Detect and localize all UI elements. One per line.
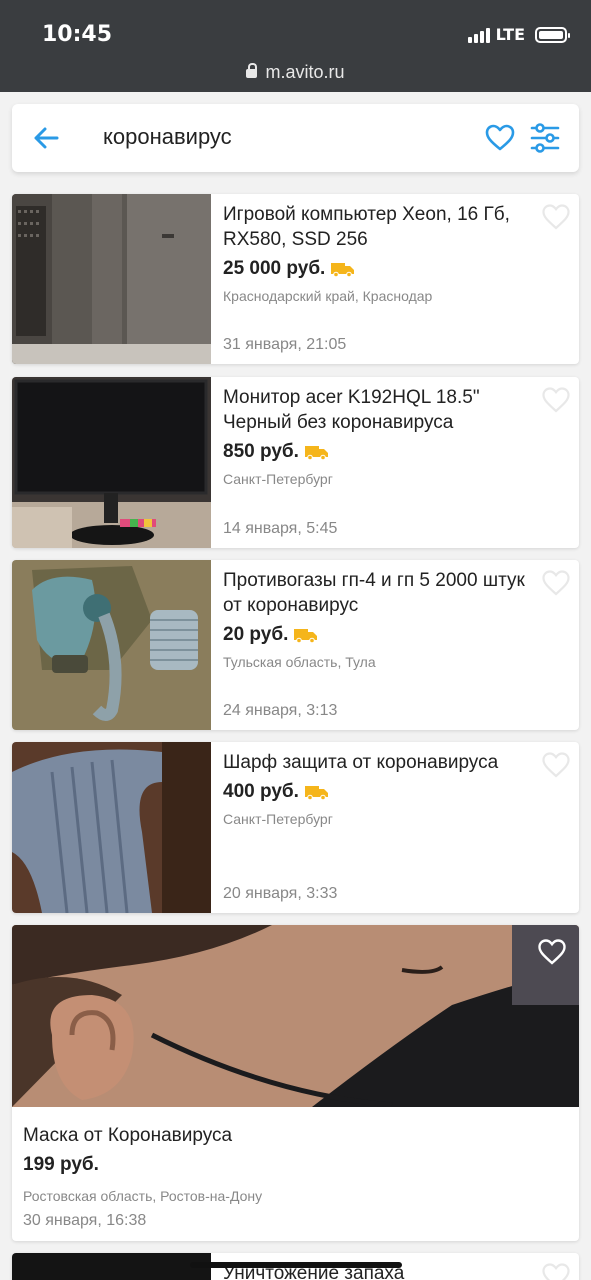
listing-card[interactable]: Противогазы гп-4 и гп 5 2000 штук от кор… [12, 560, 579, 730]
delivery-truck-icon [304, 786, 328, 800]
listing-price: 20 руб. [223, 624, 289, 645]
listing-price: 199 руб. [23, 1154, 99, 1175]
signal-icon [467, 27, 490, 43]
listing-date: 31 января, 21:05 [223, 336, 347, 353]
listing-photo [12, 1253, 211, 1280]
listing-title[interactable]: Монитор acer K192HQL 18.5" Черный без ко… [223, 385, 539, 435]
delivery-truck-icon [294, 629, 318, 643]
listing-price: 400 руб. [223, 781, 299, 802]
listing-location: Краснодарский край, Краснодар [223, 288, 433, 304]
listing-card-featured[interactable]: Маска от Коронавируса 199 руб. Ростовска… [12, 925, 579, 1241]
listing-location: Ростовская область, Ростов-на-Дону [23, 1188, 263, 1204]
listing-title[interactable]: Игровой компьютер Xeon, 16 Гб, RX580, SS… [223, 202, 539, 252]
url-bar[interactable]: m.avito.ru [0, 62, 591, 83]
lock-icon [246, 63, 258, 78]
listing-card[interactable]: Монитор acer K192HQL 18.5" Черный без ко… [12, 377, 579, 548]
status-bar: 10:45 LTE m.avito.ru [0, 0, 591, 92]
listing-photo [12, 742, 211, 913]
favorite-search-icon[interactable] [484, 122, 516, 154]
delivery-truck-icon [304, 446, 328, 460]
listing-photo [12, 925, 579, 1107]
listing-card[interactable]: Шарф защита от коронавируса 400 руб. Сан… [12, 742, 579, 913]
heart-outline-icon[interactable] [541, 202, 571, 232]
listing-photo [12, 194, 211, 364]
listing-title[interactable]: Противогазы гп-4 и гп 5 2000 штук от кор… [223, 568, 539, 618]
heart-outline-icon[interactable] [541, 385, 571, 415]
listing-photo [12, 377, 211, 548]
network-label: LTE [495, 25, 525, 44]
heart-outline-icon[interactable] [537, 937, 567, 967]
battery-icon [535, 26, 570, 43]
listing-location: Санкт-Петербург [223, 471, 333, 487]
status-time: 10:45 [42, 22, 113, 47]
listing-date: 14 января, 5:45 [223, 520, 338, 537]
status-indicators: LTE [467, 25, 570, 44]
listing-photo [12, 560, 211, 730]
listing-date: 24 января, 3:13 [223, 702, 338, 719]
listing-date: 30 января, 16:38 [23, 1212, 147, 1229]
listing-location: Тульская область, Тула [223, 654, 376, 670]
listing-title[interactable]: Шарф защита от коронавируса [223, 750, 539, 775]
search-input[interactable]: коронавирус [103, 124, 232, 150]
delivery-truck-icon [331, 263, 355, 277]
home-indicator[interactable] [190, 1262, 402, 1268]
listing-title[interactable]: Маска от Коронавируса [23, 1123, 567, 1148]
back-arrow-icon[interactable] [30, 122, 62, 154]
listing-price: 25 000 руб. [223, 258, 326, 279]
listing-price: 850 руб. [223, 441, 299, 462]
listing-card[interactable]: Игровой компьютер Xeon, 16 Гб, RX580, SS… [12, 194, 579, 364]
search-bar: коронавирус [12, 104, 579, 172]
heart-outline-icon[interactable] [541, 568, 571, 598]
listing-location: Санкт-Петербург [223, 811, 333, 827]
heart-outline-icon[interactable] [541, 750, 571, 780]
url-text: m.avito.ru [265, 62, 345, 82]
filter-icon[interactable] [529, 121, 561, 155]
heart-outline-icon[interactable] [541, 1261, 571, 1280]
listing-date: 20 января, 3:33 [223, 885, 338, 902]
